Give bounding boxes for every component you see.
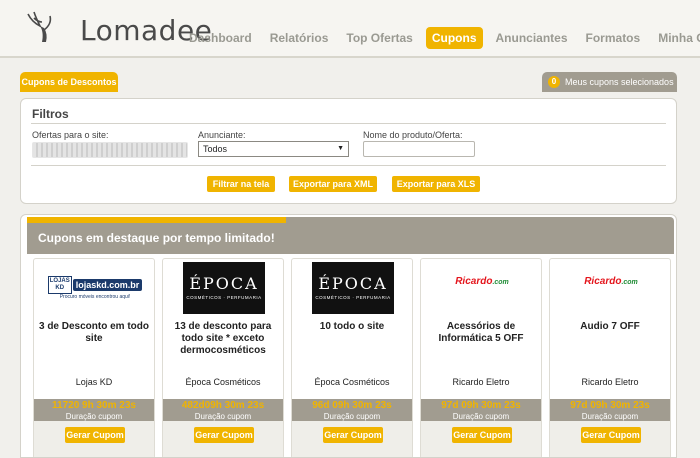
coupon-title: 13 de desconto para todo site * exceto d…	[174, 321, 272, 356]
coupon-advertiser: Ricardo Eletro	[452, 377, 510, 387]
featured-title: Cupons em destaque por tempo limitado!	[38, 231, 275, 245]
timer-label: Duração cupom	[323, 412, 381, 421]
coupon-footer: Gerar Cupom	[34, 421, 154, 457]
coupon-footer: Gerar Cupom	[550, 421, 670, 457]
coupon-footer: Gerar Cupom	[421, 421, 541, 457]
selected-count-badge: 0	[548, 76, 560, 88]
export-xml-button[interactable]: Exportar para XML	[289, 176, 377, 192]
coupon-title: Audio 7 OFF	[580, 321, 640, 332]
advertiser-label: Anunciante:	[198, 130, 246, 140]
coupon-advertiser: Época Cosméticos	[185, 377, 261, 387]
generate-coupon-button[interactable]: Gerar Cupom	[194, 427, 254, 443]
coupon-footer: Gerar Cupom	[292, 421, 412, 457]
nav-dashboard[interactable]: Dashboard	[180, 27, 261, 49]
divider	[31, 123, 666, 124]
coupon-card: Ricardo.com Acessórios de Informática 5 …	[420, 258, 542, 457]
ricardo-logo: Ricardo.com	[441, 262, 523, 314]
coupon-card: ÉPOCA COSMÉTICOS · PERFUMARIA 13 de desc…	[162, 258, 284, 457]
timer-value: 97d 09h 30m 23s	[441, 400, 521, 411]
divider	[31, 165, 666, 166]
nav-cupons[interactable]: Cupons	[425, 27, 483, 49]
ricardo-name: Ricardo	[455, 276, 493, 287]
product-input[interactable]	[363, 141, 475, 157]
tab-cupons-de-descontos[interactable]: Cupons de Descontos	[20, 72, 118, 92]
coupon-card: ÉPOCA COSMÉTICOS · PERFUMARIA 10 todo o …	[291, 258, 413, 457]
coupon-title: Acessórios de Informática 5 OFF	[438, 321, 524, 344]
coupon-card: LOJAS KD lojaskd.com.br Procuro móveis e…	[33, 258, 155, 457]
ricardo-name: Ricardo	[584, 276, 622, 287]
site-input[interactable]	[32, 142, 188, 158]
timer-value: 11720 9h 30m 23s	[52, 400, 136, 411]
chevron-down-icon: ▼	[337, 145, 344, 152]
ricardo-suffix: .com	[492, 279, 509, 286]
epoca-logo: ÉPOCA COSMÉTICOS · PERFUMARIA	[312, 262, 394, 314]
coupons-panel: Cupons de Descontos 0 Meus cupons seleci…	[20, 72, 677, 458]
deer-icon	[27, 11, 52, 42]
coupon-footer: Gerar Cupom	[163, 421, 283, 457]
epoca-name: ÉPOCA	[318, 274, 388, 293]
coupon-timer: 11720 9h 30m 23s Duração cupom	[34, 399, 154, 421]
site-label: Ofertas para o site:	[32, 130, 109, 140]
filter-button[interactable]: Filtrar na tela	[207, 176, 275, 192]
nav-minha-conta[interactable]: Minha Conta	[649, 27, 700, 49]
filters-box: Filtros Ofertas para o site: Anunciante:…	[20, 98, 677, 204]
coupon-title: 3 de Desconto em todo site	[38, 321, 149, 344]
ricardo-logo: Ricardo.com	[570, 262, 652, 314]
generate-coupon-button[interactable]: Gerar Cupom	[452, 427, 512, 443]
lojaskd-box: lojaskd.com.br	[72, 279, 143, 291]
timer-label: Duração cupom	[581, 412, 639, 421]
advertiser-select-value: Todos	[203, 144, 228, 154]
export-xls-button[interactable]: Exportar para XLS	[392, 176, 480, 192]
lojaskd-logo: LOJAS KD lojaskd.com.br Procuro móveis e…	[47, 262, 143, 314]
featured-coupons: Cupons em destaque por tempo limitado! L…	[20, 214, 677, 458]
advertiser-select[interactable]: Todos ▼	[198, 141, 349, 157]
coupon-advertiser: Lojas KD	[75, 377, 113, 387]
product-label: Nome do produto/Oferta:	[363, 130, 463, 140]
selected-coupons-label: Meus cupons selecionados	[565, 77, 674, 87]
nav-formatos[interactable]: Formatos	[577, 27, 650, 49]
ricardo-suffix: .com	[621, 279, 638, 286]
tab-my-selected-coupons[interactable]: 0 Meus cupons selecionados	[542, 72, 677, 92]
coupon-advertiser: Época Cosméticos	[314, 377, 390, 387]
featured-header: Cupons em destaque por tempo limitado!	[27, 217, 674, 254]
nav-anunciantes[interactable]: Anunciantes	[487, 27, 577, 49]
nav-top-ofertas[interactable]: Top Ofertas	[337, 27, 421, 49]
coupon-timer: 97d 09h 30m 23s Duração cupom	[421, 399, 541, 421]
lomadee-logo[interactable]: Lomadee	[20, 8, 212, 52]
coupon-card: Ricardo.com Audio 7 OFF Ricardo Eletro 9…	[549, 258, 671, 457]
coupon-timer: 97d 09h 30m 23s Duração cupom	[550, 399, 670, 421]
nav-relatorios[interactable]: Relatórios	[261, 27, 338, 49]
timer-label: Duração cupom	[194, 412, 252, 421]
epoca-sub: COSMÉTICOS · PERFUMARIA	[186, 295, 262, 300]
time-limit-bar	[27, 217, 286, 223]
coupon-timer: 482d09h 30m 23s Duração cupom	[163, 399, 283, 421]
timer-label: Duração cupom	[452, 412, 510, 421]
epoca-sub: COSMÉTICOS · PERFUMARIA	[315, 295, 391, 300]
lojaskd-badge: LOJAS KD	[47, 276, 72, 294]
top-header: Lomadee Dashboard Relatórios Top Ofertas…	[0, 0, 700, 58]
coupon-timer: 96d 09h 30m 23s Duração cupom	[292, 399, 412, 421]
lojaskd-tagline: Procuro móveis encontrou aqui!	[59, 294, 131, 300]
timer-value: 97d 09h 30m 23s	[570, 400, 650, 411]
filters-title: Filtros	[32, 107, 69, 121]
timer-value: 96d 09h 30m 23s	[312, 400, 392, 411]
generate-coupon-button[interactable]: Gerar Cupom	[581, 427, 641, 443]
generate-coupon-button[interactable]: Gerar Cupom	[65, 427, 125, 443]
timer-label: Duração cupom	[65, 412, 123, 421]
timer-value: 482d09h 30m 23s	[181, 400, 265, 411]
coupon-advertiser: Ricardo Eletro	[581, 377, 639, 387]
coupon-title: 10 todo o site	[319, 321, 385, 332]
generate-coupon-button[interactable]: Gerar Cupom	[323, 427, 383, 443]
epoca-name: ÉPOCA	[189, 274, 259, 293]
epoca-logo: ÉPOCA COSMÉTICOS · PERFUMARIA	[183, 262, 265, 314]
main-nav: Dashboard Relatórios Top Ofertas Cupons …	[180, 26, 700, 50]
